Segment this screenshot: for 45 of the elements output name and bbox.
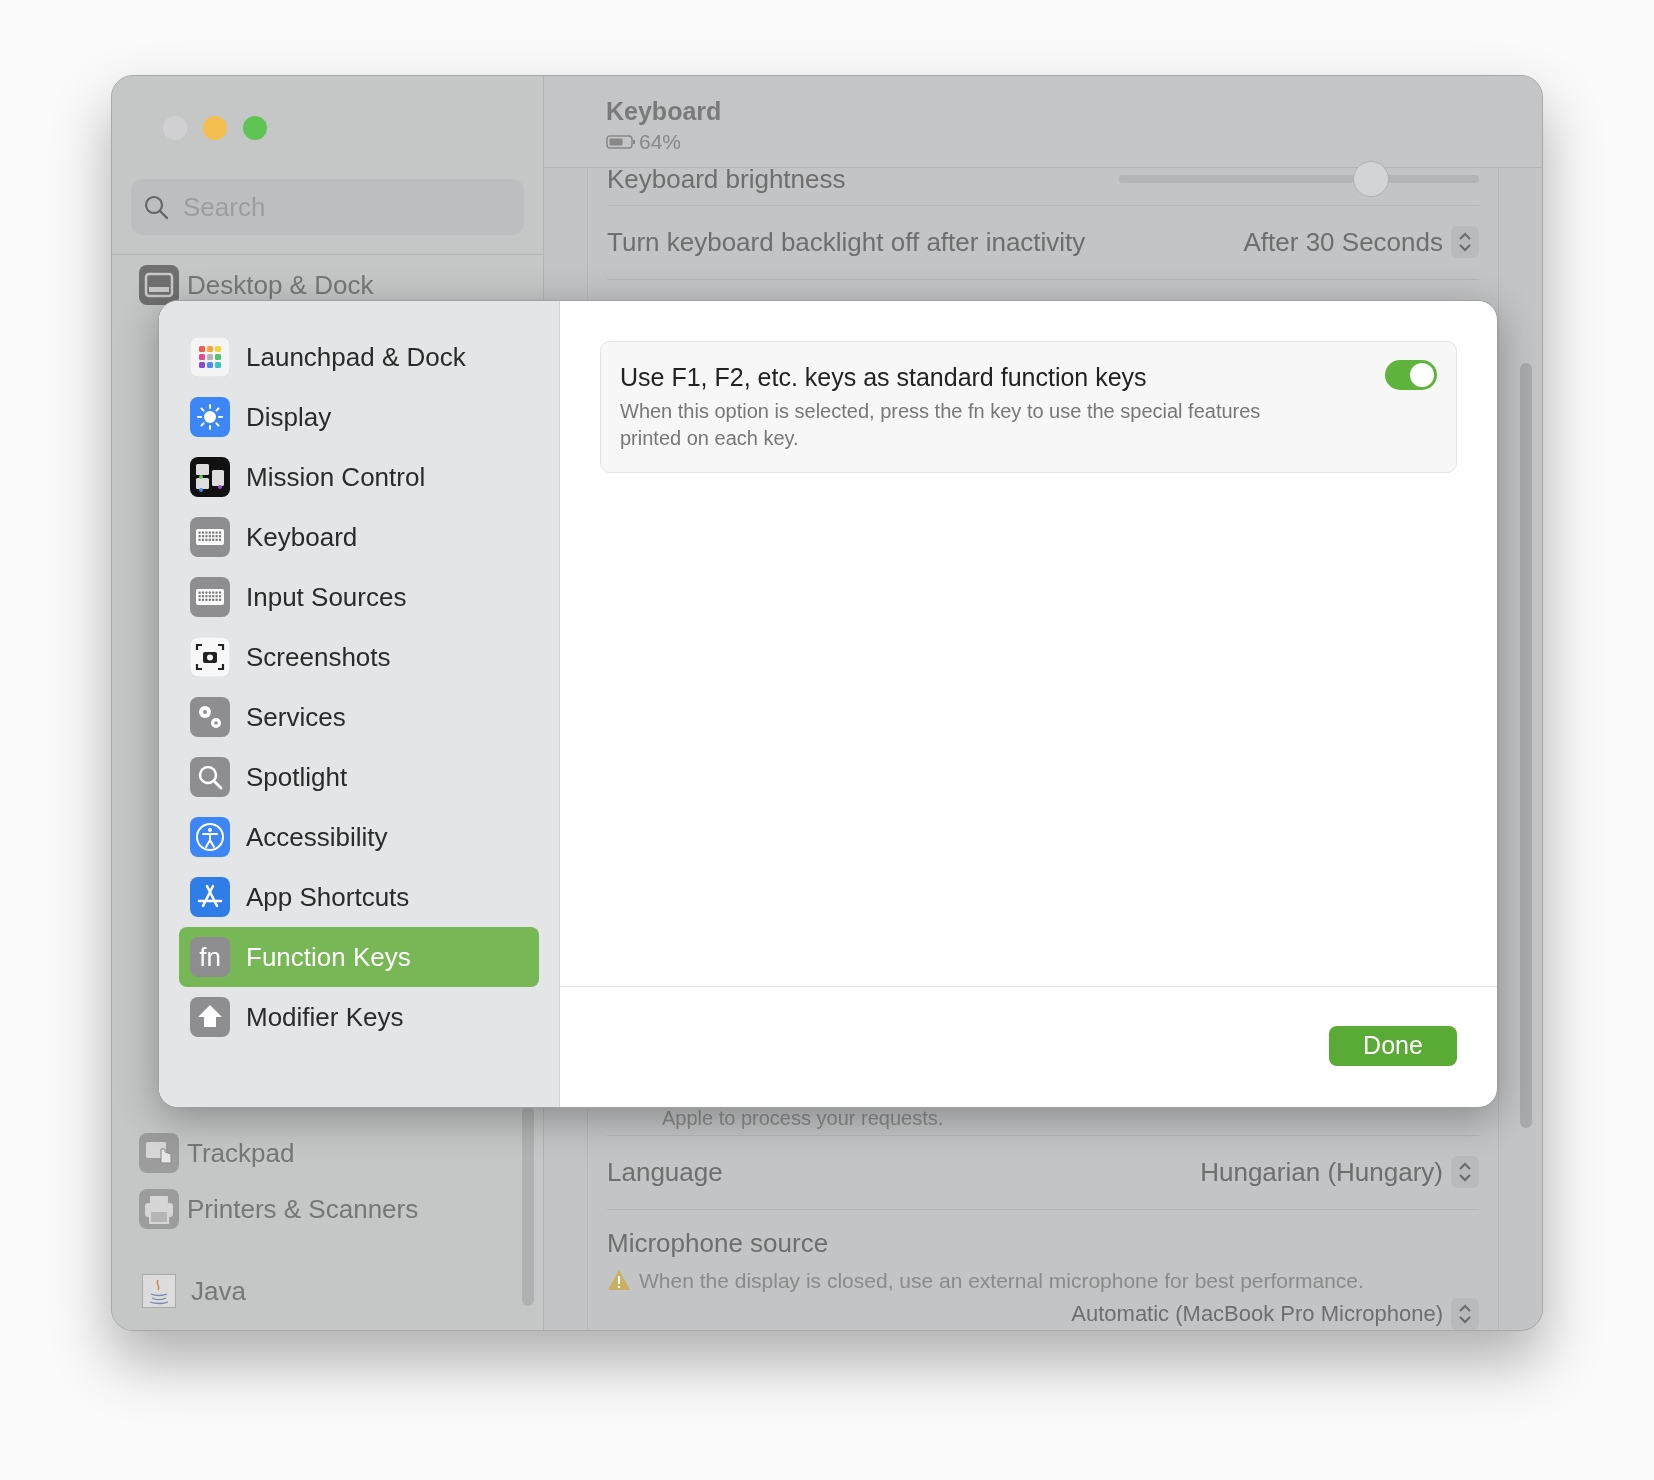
setting-label: Keyboard brightness bbox=[607, 162, 846, 196]
window-control-button[interactable] bbox=[243, 116, 267, 140]
setting-label: Turn keyboard backlight off after inactivity bbox=[607, 225, 1086, 259]
setting-label: Language bbox=[607, 1155, 723, 1189]
windows-icon bbox=[190, 457, 230, 497]
sidebar-item[interactable]: Launchpad & Dock bbox=[179, 327, 539, 387]
battery-level: 64% bbox=[639, 129, 682, 155]
page-title: Keyboard bbox=[606, 96, 723, 126]
app-store-icon bbox=[190, 877, 230, 917]
sidebar-item[interactable]: Input Sources bbox=[179, 567, 539, 627]
sidebar-item[interactable]: Screenshots bbox=[179, 627, 539, 687]
app-grid-icon bbox=[190, 337, 230, 377]
scroll-bar[interactable] bbox=[1520, 363, 1532, 1128]
accessibility-icon bbox=[190, 817, 230, 857]
gears-icon bbox=[190, 697, 230, 737]
keyboard-icon bbox=[190, 577, 230, 617]
sidebar-item[interactable]: Accessibility bbox=[179, 807, 539, 867]
option-description: When this option is selected, press the fn key to use the special features printed on each key. bbox=[620, 399, 1262, 451]
scroll-bar[interactable] bbox=[522, 1106, 534, 1306]
printer-icon bbox=[139, 1189, 179, 1229]
warning-icon bbox=[607, 1269, 631, 1292]
sidebar-item[interactable]: App Shortcuts bbox=[179, 867, 539, 927]
coffee-cup-icon bbox=[142, 1274, 176, 1308]
setting-label: Microphone source bbox=[607, 1226, 830, 1260]
trackpad-icon bbox=[139, 1133, 179, 1173]
sidebar-item[interactable]: Spotlight bbox=[179, 747, 539, 807]
camera-icon bbox=[190, 637, 230, 677]
popup-chevrons-icon bbox=[1451, 1156, 1479, 1188]
keyboard-icon bbox=[190, 517, 230, 557]
brightness-slider[interactable] bbox=[1119, 161, 1479, 197]
fn-key-icon: fn bbox=[190, 937, 230, 977]
sidebar-item[interactable]: Display bbox=[179, 387, 539, 447]
search-icon bbox=[143, 194, 169, 220]
toggle-switch[interactable] bbox=[1385, 360, 1437, 390]
sidebar-item[interactable]: Modifier Keys bbox=[179, 987, 539, 1047]
battery-icon bbox=[606, 133, 636, 150]
sun-icon bbox=[190, 397, 230, 437]
sidebar-item[interactable]: Services bbox=[179, 687, 539, 747]
option-title: Use F1, F2, etc. keys as standard function keys bbox=[620, 362, 1148, 393]
warning-text: When the display is closed, use an external microphone for best performance. bbox=[639, 1267, 1364, 1294]
sidebar-item[interactable]: Mission Control bbox=[179, 447, 539, 507]
window-control-button[interactable] bbox=[203, 116, 227, 140]
search-icon bbox=[190, 757, 230, 797]
popup-chevrons-icon bbox=[1451, 226, 1479, 258]
sidebar-item[interactable]: Keyboard bbox=[179, 507, 539, 567]
